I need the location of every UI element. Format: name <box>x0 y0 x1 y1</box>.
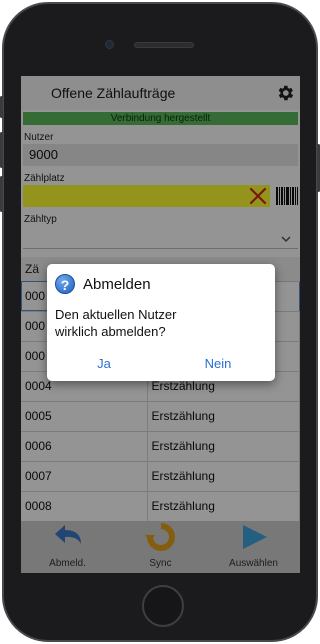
dialog-message: Den aktuellen Nutzer wirklich abmelden? <box>55 307 177 339</box>
front-camera <box>105 40 114 49</box>
home-button[interactable] <box>142 585 184 627</box>
volume-down-button <box>0 176 3 212</box>
earpiece-speaker <box>134 42 194 48</box>
logout-dialog: ? Abmelden Den aktuellen Nutzer wirklich… <box>47 264 275 381</box>
question-icon: ? <box>55 274 75 294</box>
dialog-title: Abmelden <box>83 275 151 293</box>
dialog-header: ? Abmelden <box>47 264 275 294</box>
no-button[interactable]: Nein <box>161 353 275 375</box>
mute-switch <box>0 96 3 118</box>
yes-button[interactable]: Ja <box>47 353 161 375</box>
volume-up-button <box>0 132 3 168</box>
dialog-actions: Ja Nein <box>47 353 275 375</box>
app-screen: Offene Zählaufträge Verbindung hergestel… <box>21 76 300 573</box>
